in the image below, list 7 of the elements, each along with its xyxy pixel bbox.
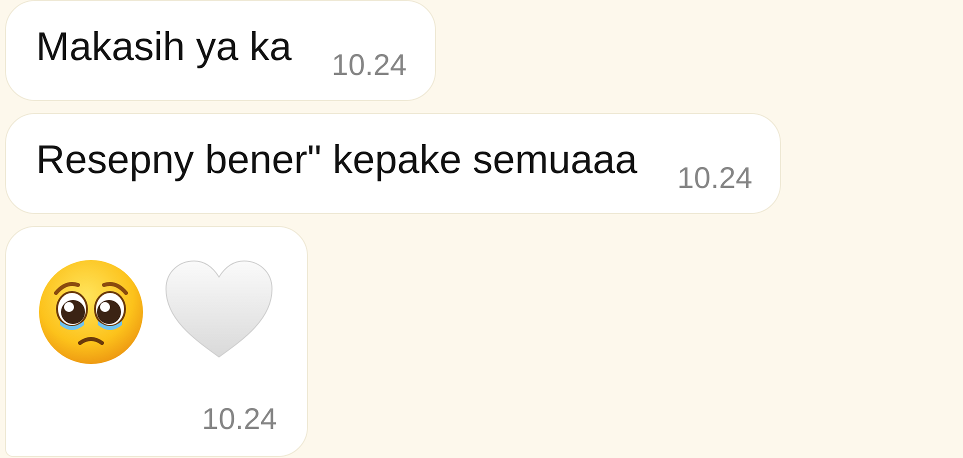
heart-icon	[164, 259, 274, 359]
message-time: 10.24	[202, 403, 277, 437]
message-time: 10.24	[332, 49, 407, 83]
message-time: 10.24	[677, 162, 752, 196]
message-text: Resepny bener" kepake semuaaa	[36, 138, 638, 183]
pleading-face-icon	[38, 259, 144, 365]
message-text: Makasih ya ka	[36, 25, 292, 70]
